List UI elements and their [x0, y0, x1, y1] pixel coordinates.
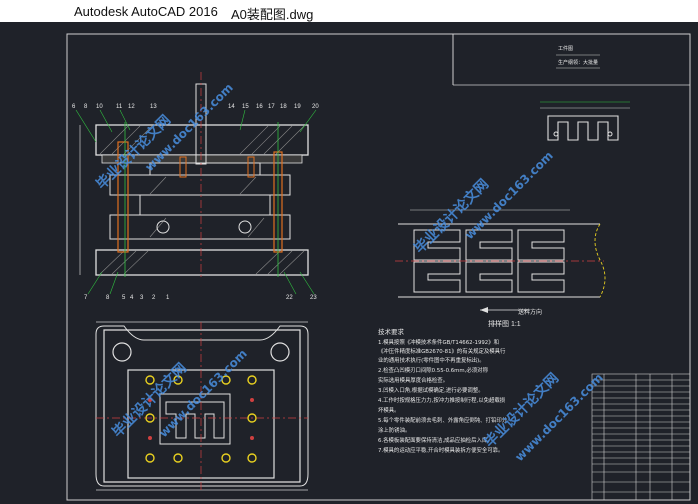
- tech-line: 2.检查凸凹模刃口间隙0.55-0.6mm,必须对称: [378, 366, 489, 374]
- callout: 11: [116, 104, 123, 110]
- part-drawing: 工件图 生产纲领：大批量: [540, 45, 630, 141]
- tech-line: 3.凹模入口角,根据试模确定,进行必要调整。: [378, 386, 484, 394]
- watermark: www.doc163.com: [156, 346, 250, 440]
- feed-direction-label: 送料方向: [518, 308, 542, 316]
- title-block: [591, 373, 691, 501]
- callout: 10: [96, 104, 103, 110]
- tech-title: 技术要求: [378, 327, 405, 336]
- die-plan-view: [95, 321, 309, 492]
- tech-line: 4.工作时按规格压力力,按冲力推按制行程,以免超载损: [378, 396, 506, 404]
- callout: 23: [310, 295, 317, 301]
- tech-line: 业的通用技术执行(零件图中不再重复标出)。: [378, 356, 485, 364]
- tech-line: 坏模具。: [378, 406, 400, 414]
- callout: 6: [72, 104, 76, 110]
- tech-line: 1.模具按照《冲模技术条件GB/T14662-1992》和: [378, 338, 499, 346]
- callout: 18: [280, 104, 287, 110]
- callout: 8: [84, 104, 88, 110]
- tech-line: 实际选用模具厚度合格检查。: [378, 376, 448, 384]
- callout: 4: [130, 295, 134, 301]
- callout: 2: [152, 295, 156, 301]
- callout: 8: [106, 295, 110, 301]
- callout: 5: [122, 295, 126, 301]
- tech-line: 《冲压件精度标准GB2670-81》的有关规定及模具行: [378, 347, 506, 355]
- callout: 19: [294, 104, 301, 110]
- part-header-label: 工件图: [558, 45, 573, 52]
- callout: 3: [140, 295, 144, 301]
- callout: 13: [150, 104, 157, 110]
- callout: 17: [268, 104, 275, 110]
- file-name: A0装配图.dwg: [231, 7, 314, 22]
- callout: 15: [242, 104, 249, 110]
- callout: 22: [286, 295, 293, 301]
- tech-line: 7.模具的运动应平稳,开合时模具装拆方便安全可靠。: [378, 446, 503, 454]
- callout: 14: [228, 104, 235, 110]
- tech-line: 5.每个零件装配前须去毛刺、外露角应倒钝、打铅印分: [378, 416, 508, 424]
- title-bar: Autodesk AutoCAD 2016 A0装配图.dwg: [0, 0, 698, 22]
- callout: 1: [166, 295, 170, 301]
- strip-layout: 送料方向 排样图 1:1: [395, 209, 606, 328]
- app-title: Autodesk AutoCAD 2016: [74, 4, 218, 19]
- strip-caption: 排样图 1:1: [488, 319, 521, 328]
- tech-line: 6.各模板装配面要保持清洁,成品应抽检后入库。: [378, 436, 493, 444]
- callout: 20: [312, 104, 319, 110]
- callout: 7: [84, 295, 88, 301]
- watermark: 毕业设计论文网: [109, 360, 190, 441]
- drawing-canvas[interactable]: 6 8 10 11 12 13 14 15 16 17 18 19 20 7 8…: [0, 22, 698, 504]
- callout: 16: [256, 104, 263, 110]
- tech-line: 涂上防锈油。: [378, 426, 410, 434]
- callout: 12: [128, 104, 135, 110]
- watermark: 毕业设计论文网: [481, 370, 562, 451]
- cad-drawing: 6 8 10 11 12 13 14 15 16 17 18 19 20 7 8…: [66, 33, 691, 501]
- part-header-label: 生产纲领：大批量: [558, 59, 598, 66]
- callouts-bottom: 7 8 5 4 3 2 1 22 23: [84, 295, 317, 301]
- watermarks: 毕业设计论文网 www.doc163.com 毕业设计论文网 www.doc16…: [93, 80, 606, 464]
